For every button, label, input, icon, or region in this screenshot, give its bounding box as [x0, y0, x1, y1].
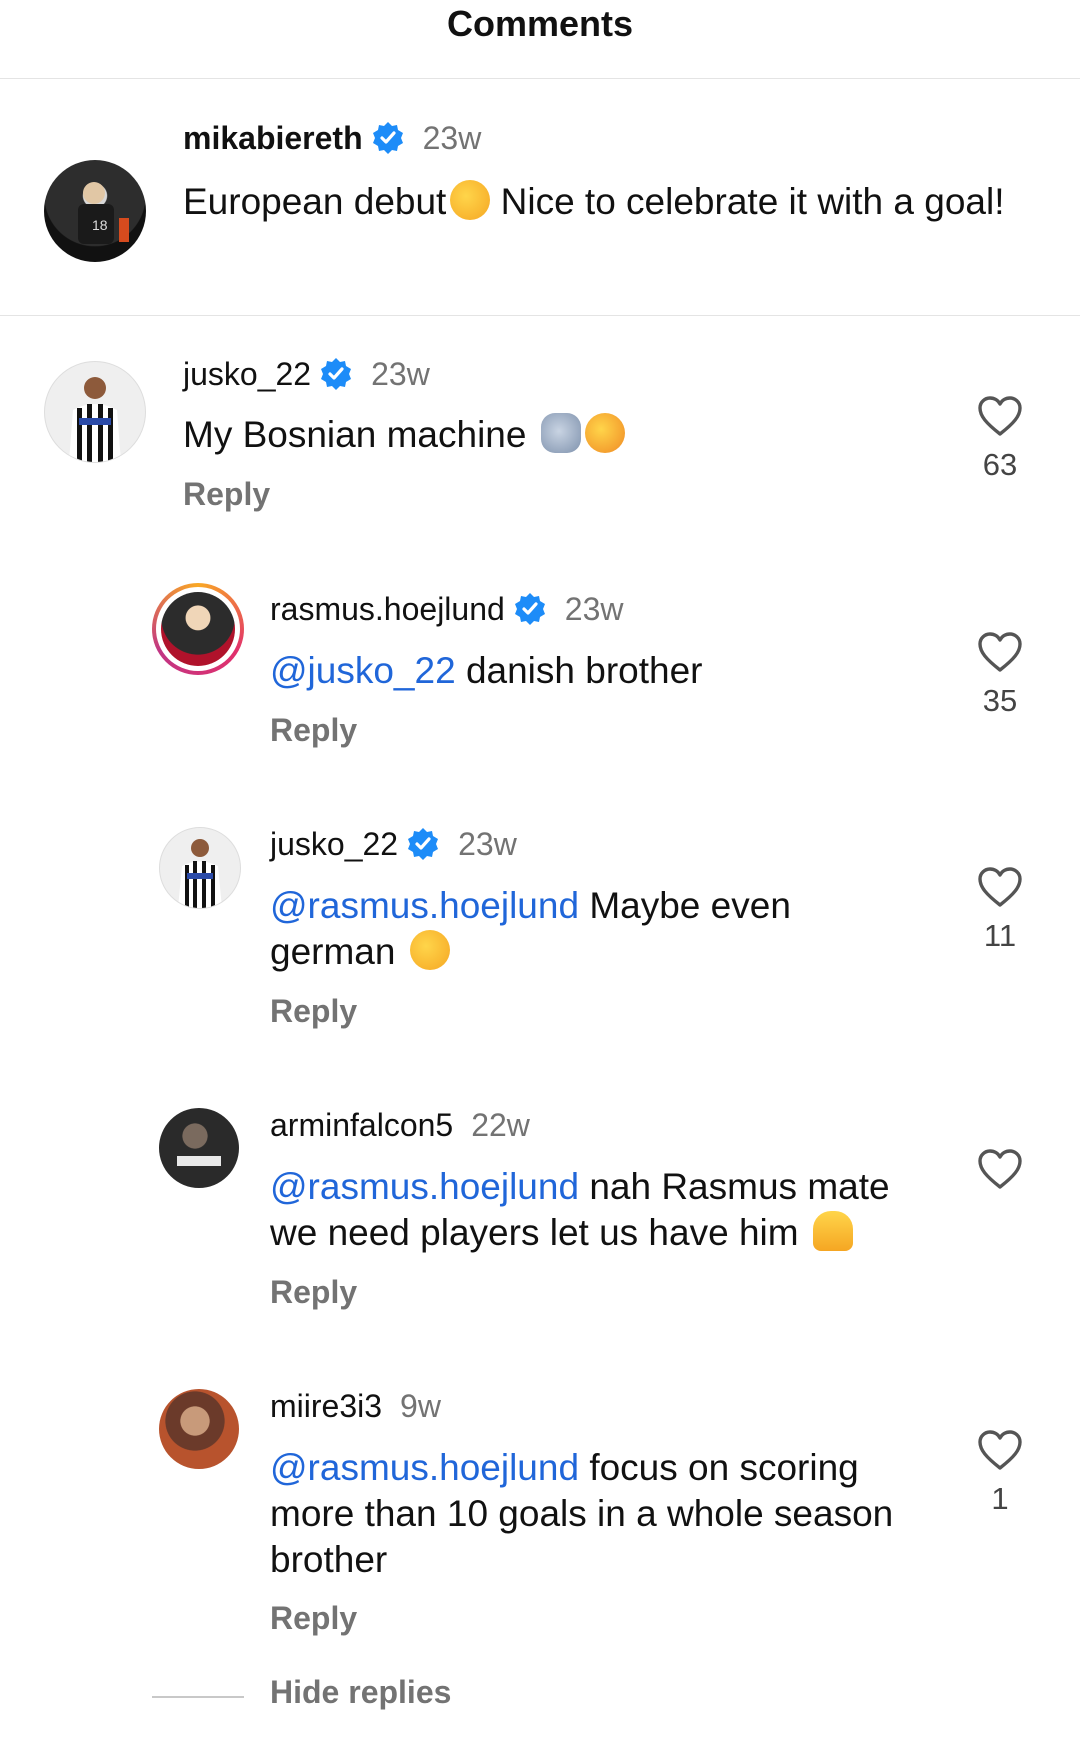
caption-text-part: European debut	[183, 181, 447, 222]
comments-header: Comments	[0, 0, 1080, 79]
like-count: 35	[982, 683, 1018, 718]
like-button[interactable]: 1	[970, 1429, 1030, 1517]
reply-button[interactable]: Reply	[270, 993, 357, 1030]
post-caption: 18 mikabiereth 23w European debut Nice t…	[0, 79, 1080, 316]
mention-link[interactable]: @rasmus.hoejlund	[270, 885, 579, 926]
verified-badge-icon	[371, 121, 405, 155]
username[interactable]: rasmus.hoejlund	[270, 589, 505, 629]
avatar[interactable]	[44, 361, 146, 463]
avatar[interactable]: 18	[44, 160, 146, 262]
verified-badge-icon	[513, 592, 547, 626]
comment-body: My Bosnian machine	[183, 414, 537, 455]
heart-icon	[978, 632, 1022, 672]
svg-text:18: 18	[92, 217, 108, 233]
comment-text: @rasmus.hoejlund nah Rasmus mate we need…	[270, 1164, 930, 1256]
saluting-face-emoji-icon	[450, 180, 491, 220]
reply-button[interactable]: Reply	[270, 712, 357, 749]
heart-icon	[978, 867, 1022, 907]
like-button[interactable]: 35	[970, 631, 1030, 719]
timestamp: 9w	[400, 1388, 441, 1424]
like-button[interactable]: 63	[970, 395, 1030, 483]
caption-text-part: Nice to celebrate it with a goal!	[490, 181, 1005, 222]
divider	[152, 1696, 244, 1698]
reply-button[interactable]: Reply	[270, 1274, 357, 1311]
avatar[interactable]	[159, 1389, 239, 1469]
username[interactable]: miire3i3	[270, 1386, 382, 1426]
mention-link[interactable]: @rasmus.hoejlund	[270, 1166, 579, 1207]
username[interactable]: mikabiereth	[183, 118, 363, 158]
avatar[interactable]	[152, 583, 244, 675]
username[interactable]: arminfalcon5	[270, 1105, 453, 1145]
verified-badge-icon	[406, 827, 440, 861]
reply-button[interactable]: Reply	[183, 476, 270, 513]
mention-link[interactable]: @rasmus.hoejlund	[270, 1447, 579, 1488]
like-button[interactable]	[970, 1148, 1030, 1200]
heart-icon	[978, 396, 1022, 436]
comment-text: @rasmus.hoejlund focus on scoring more t…	[270, 1445, 910, 1583]
comment-body: danish brother	[455, 650, 703, 691]
username[interactable]: jusko_22	[270, 824, 398, 864]
heart-icon	[978, 1149, 1022, 1189]
timestamp: 23w	[458, 826, 517, 862]
comment-text: @rasmus.hoejlund Maybe even german	[270, 883, 850, 975]
avatar[interactable]	[159, 827, 241, 909]
timestamp: 23w	[371, 356, 430, 392]
timestamp: 22w	[471, 1107, 530, 1143]
verified-badge-icon	[319, 357, 353, 391]
timestamp: 23w	[564, 591, 624, 627]
like-count: 63	[982, 447, 1018, 482]
timestamp: 23w	[422, 120, 482, 156]
like-button[interactable]: 11	[970, 866, 1030, 954]
like-count: 11	[983, 918, 1017, 953]
caption-text: European debut Nice to celebrate it with…	[183, 179, 1005, 225]
heart-icon	[978, 1430, 1022, 1470]
comment-text: My Bosnian machine	[183, 412, 883, 458]
username[interactable]: jusko_22	[183, 354, 311, 394]
hide-replies-button[interactable]: Hide replies	[270, 1674, 451, 1711]
reply-button[interactable]: Reply	[270, 1600, 357, 1637]
page-title: Comments	[446, 3, 634, 44]
comment-text: @jusko_22 danish brother	[270, 648, 910, 694]
mention-link[interactable]: @jusko_22	[270, 650, 456, 691]
thinking-face-emoji-icon	[409, 930, 450, 970]
flexed-biceps-emoji-icon	[540, 413, 581, 453]
like-count: 1	[991, 1481, 1009, 1516]
folded-hands-emoji-icon	[812, 1211, 853, 1251]
avatar[interactable]	[159, 1108, 239, 1188]
smiling-face-with-hearts-emoji-icon	[584, 413, 625, 453]
